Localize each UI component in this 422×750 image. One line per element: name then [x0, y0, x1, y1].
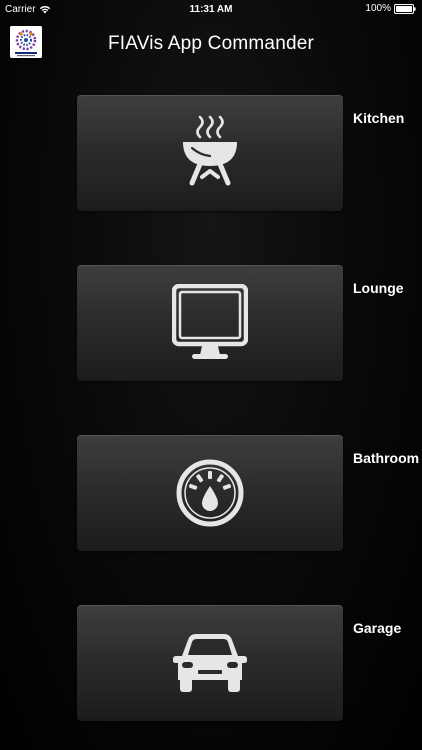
gauge-icon: [176, 459, 244, 527]
screen: Carrier 11:31 AM 100% FIAVis App Command…: [0, 0, 422, 750]
lounge-label: Lounge: [353, 280, 404, 296]
kitchen-button[interactable]: [77, 95, 343, 211]
car-icon: [173, 634, 247, 692]
nav-bar: FIAVis App Commander: [0, 18, 422, 74]
battery-percent: 100%: [365, 3, 391, 14]
lounge-button[interactable]: [77, 265, 343, 381]
bathroom-label: Bathroom: [353, 450, 420, 466]
grill-icon: [183, 115, 237, 186]
garage-button[interactable]: [77, 605, 343, 721]
garage-label: Garage: [353, 620, 402, 636]
page-title: FIAVis App Commander: [107, 33, 315, 54]
bathroom-button[interactable]: [77, 435, 343, 551]
kitchen-label: Kitchen: [353, 110, 405, 126]
status-bar: Carrier 11:31 AM 100%: [0, 0, 422, 18]
status-time: 11:31 AM: [189, 4, 233, 15]
monitor-icon: [172, 284, 248, 359]
battery-icon: [394, 3, 416, 14]
status-battery-group: 100%: [365, 3, 416, 14]
